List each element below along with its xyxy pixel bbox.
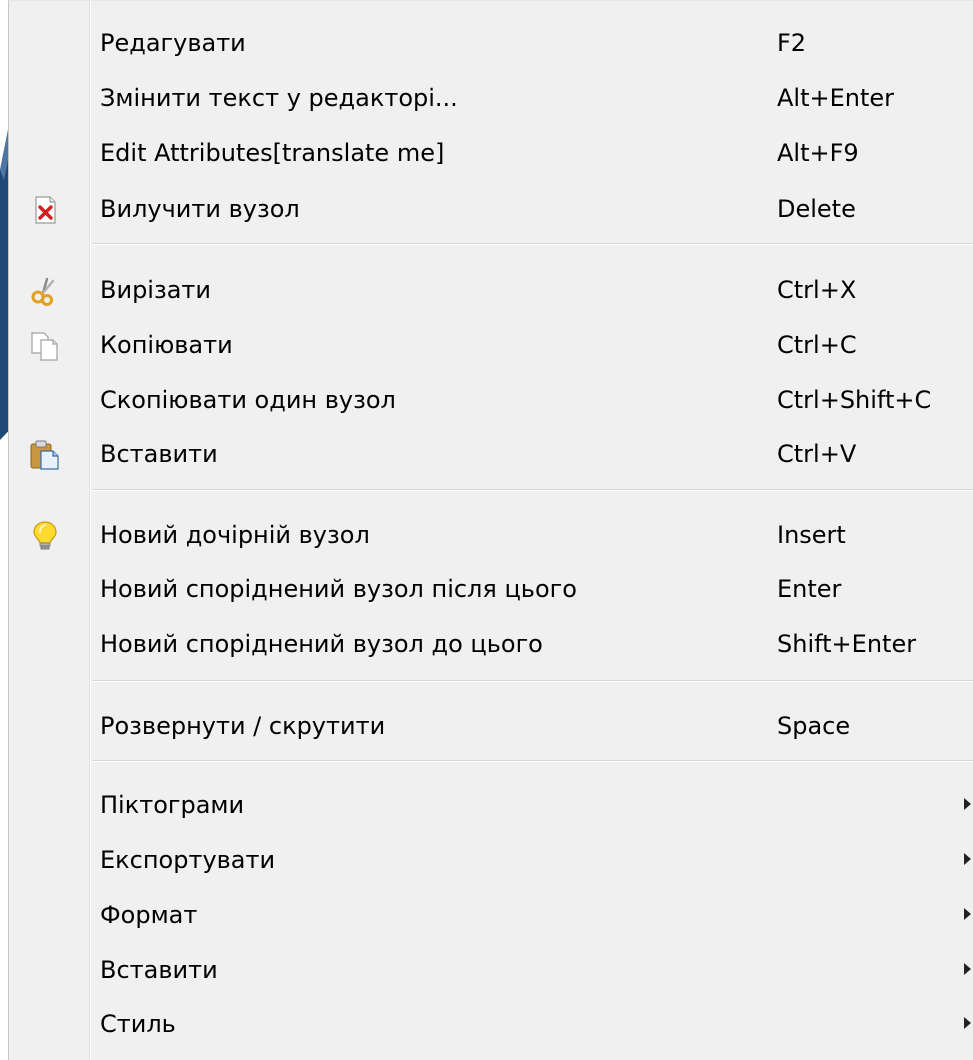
menu-item-label: Вилучити вузол <box>100 195 300 223</box>
menu-item-edit-attributes[interactable]: Edit Attributes[translate me] Alt+F9 <box>9 126 973 180</box>
menu-item-label: Редагувати <box>100 29 246 57</box>
menu-item-edit-in-editor[interactable]: Змінити текст у редакторі... Alt+Enter <box>9 71 973 125</box>
menu-item-label: Експортувати <box>100 846 276 874</box>
submenu-arrow-icon <box>964 1017 971 1029</box>
menu-item-export-submenu[interactable]: Експортувати <box>9 833 973 887</box>
menu-item-shortcut: Alt+F9 <box>777 139 859 167</box>
menu-item-copy[interactable]: Копіювати Ctrl+C <box>9 318 973 372</box>
menu-separator <box>92 760 973 762</box>
menu-item-shortcut: Delete <box>777 195 856 223</box>
menu-item-copy-single-node[interactable]: Скопіювати один вузол Ctrl+Shift+C <box>9 373 973 427</box>
menu-item-shortcut: Ctrl+Shift+C <box>777 386 932 414</box>
submenu-arrow-icon <box>964 908 971 920</box>
submenu-arrow-icon <box>964 963 971 975</box>
menu-item-new-sibling-after[interactable]: Новий споріднений вузол після цього Ente… <box>9 562 973 616</box>
menu-item-label: Розвернути / скрутити <box>100 712 386 740</box>
menu-item-style-submenu[interactable]: Стиль <box>9 997 973 1051</box>
menu-item-label: Піктограми <box>100 791 245 819</box>
copy-icon <box>31 332 58 361</box>
menu-item-shortcut: F2 <box>777 29 807 57</box>
menu-separator <box>92 243 973 245</box>
delete-node-icon <box>35 196 56 224</box>
menu-item-shortcut: Ctrl+C <box>777 331 857 359</box>
menu-item-shortcut: Enter <box>777 575 842 603</box>
menu-item-label: Новий дочірній вузол <box>100 521 370 549</box>
menu-item-delete-node[interactable]: Вилучити вузол Delete <box>9 182 973 236</box>
menu-item-edit[interactable]: Редагувати F2 <box>9 16 973 70</box>
menu-item-shortcut: Shift+Enter <box>777 630 917 658</box>
menu-item-insert-submenu[interactable]: Вставити <box>9 943 973 997</box>
menu-item-paste[interactable]: Вставити Ctrl+V <box>9 427 973 481</box>
menu-item-label: Вставити <box>100 956 218 984</box>
menu-item-shortcut: Ctrl+X <box>777 276 857 304</box>
menu-separator <box>92 680 973 682</box>
menu-item-new-sibling-before[interactable]: Новий споріднений вузол до цього Shift+E… <box>9 617 973 671</box>
menu-item-label: Скопіювати один вузол <box>100 386 396 414</box>
menu-item-label: Edit Attributes[translate me] <box>100 139 445 167</box>
menu-item-label: Стиль <box>100 1010 176 1038</box>
lightbulb-icon <box>33 521 57 550</box>
menu-item-label: Змінити текст у редакторі... <box>100 84 458 112</box>
menu-item-label: Новий споріднений вузол після цього <box>100 575 577 603</box>
menu-item-label: Формат <box>100 901 198 929</box>
menu-item-label: Вирізати <box>100 276 212 304</box>
submenu-arrow-icon <box>964 853 971 865</box>
paste-icon <box>30 440 59 470</box>
menu-item-shortcut: Space <box>777 712 851 740</box>
context-menu: Редагувати F2 Змінити текст у редакторі.… <box>8 0 973 1060</box>
menu-item-icons-submenu[interactable]: Піктограми <box>9 778 973 832</box>
menu-item-format-submenu[interactable]: Формат <box>9 888 973 942</box>
menu-item-shortcut: Insert <box>777 521 846 549</box>
menu-item-cut[interactable]: Вирізати Ctrl+X <box>9 263 973 317</box>
menu-separator <box>92 489 973 491</box>
menu-item-label: Вставити <box>100 440 218 468</box>
menu-item-shortcut: Ctrl+V <box>777 440 857 468</box>
scissors-icon <box>31 277 55 306</box>
menu-item-label: Новий споріднений вузол до цього <box>100 630 543 658</box>
menu-item-shortcut: Alt+Enter <box>777 84 895 112</box>
submenu-arrow-icon <box>964 798 971 810</box>
menu-item-label: Копіювати <box>100 331 233 359</box>
menu-item-expand-collapse[interactable]: Розвернути / скрутити Space <box>9 699 973 753</box>
menu-item-new-child-node[interactable]: Новий дочірній вузол Insert <box>9 508 973 562</box>
